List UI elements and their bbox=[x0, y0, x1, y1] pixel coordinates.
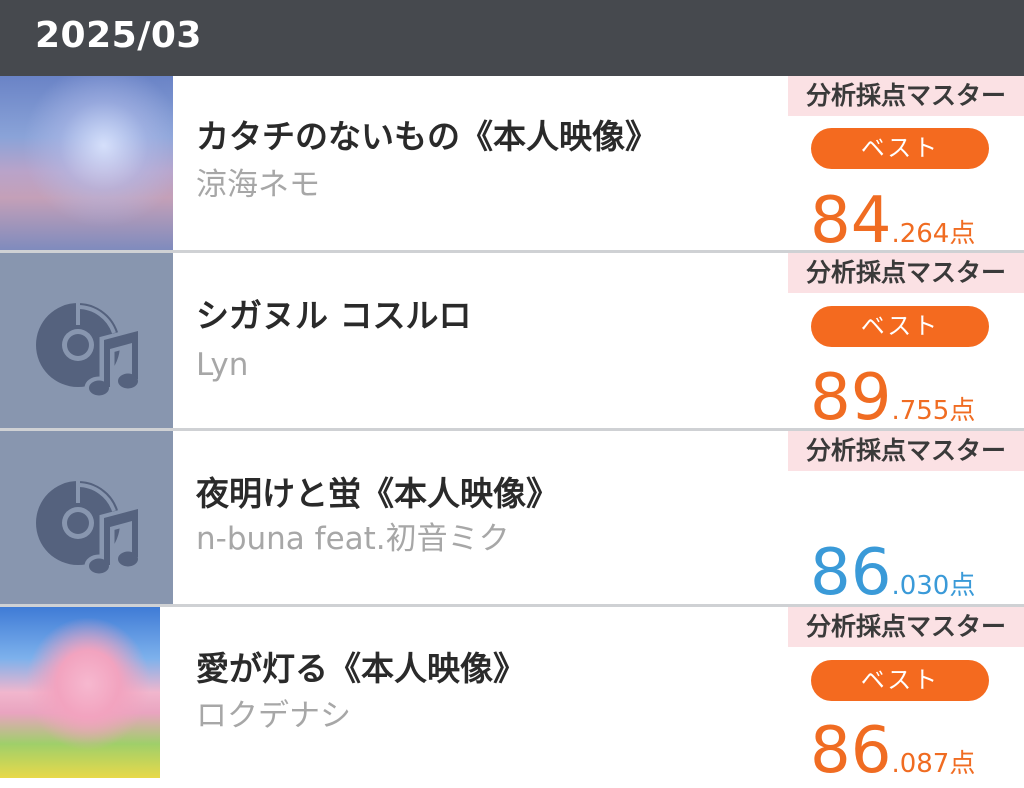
disc-music-icon bbox=[0, 253, 173, 428]
disc-music-icon bbox=[0, 431, 173, 604]
score-entry[interactable]: カタチのないもの《本人映像》 涼海ネモ 分析採点マスター ベスト 84.264点 bbox=[0, 76, 1024, 253]
score: 89.755点 bbox=[810, 366, 975, 430]
scoring-mode-badge: 分析採点マスター bbox=[788, 607, 1024, 647]
score-decimal: .264 bbox=[891, 219, 950, 249]
scoring-mode-badge: 分析採点マスター bbox=[788, 431, 1024, 471]
album-art-image bbox=[0, 607, 160, 778]
score-integer: 89 bbox=[810, 361, 892, 435]
score-unit: 点 bbox=[949, 396, 976, 426]
score-integer: 84 bbox=[810, 184, 892, 258]
score-decimal: .087 bbox=[891, 749, 950, 779]
best-badge: ベスト bbox=[811, 128, 989, 169]
score-entry[interactable]: 愛が灯る《本人映像》 ロクデナシ 分析採点マスター ベスト 86.087点 bbox=[0, 607, 1024, 783]
score-entry[interactable]: シガヌル コスルロ Lyn 分析採点マスター ベスト 89.755点 bbox=[0, 253, 1024, 431]
score-unit: 点 bbox=[949, 749, 976, 779]
artist-name: 涼海ネモ bbox=[196, 167, 320, 203]
album-art-image bbox=[0, 76, 173, 250]
score-entry[interactable]: 夜明けと蛍《本人映像》 n-buna feat.初音ミク 分析採点マスター 86… bbox=[0, 431, 1024, 607]
best-badge: ベスト bbox=[811, 306, 989, 347]
scoring-mode-badge: 分析採点マスター bbox=[788, 253, 1024, 293]
score-integer: 86 bbox=[810, 536, 892, 610]
scoring-mode-badge: 分析採点マスター bbox=[788, 76, 1024, 116]
score-unit: 点 bbox=[949, 571, 976, 601]
artist-name: n-buna feat.初音ミク bbox=[196, 521, 510, 557]
song-title: カタチのないもの《本人映像》 bbox=[196, 117, 658, 156]
score: 86.087点 bbox=[810, 719, 975, 783]
score-integer: 86 bbox=[810, 714, 892, 788]
score-decimal: .030 bbox=[891, 571, 950, 601]
best-badge: ベスト bbox=[811, 660, 989, 701]
score-decimal: .755 bbox=[891, 396, 950, 426]
score: 84.264点 bbox=[810, 189, 975, 253]
artist-name: Lyn bbox=[196, 347, 249, 383]
month-header: 2025/03 bbox=[0, 0, 1024, 76]
score-unit: 点 bbox=[949, 219, 976, 249]
artist-name: ロクデナシ bbox=[196, 698, 351, 734]
song-title: 夜明けと蛍《本人映像》 bbox=[196, 474, 559, 513]
score: 86.030点 bbox=[810, 541, 975, 605]
month-title: 2025/03 bbox=[35, 15, 202, 56]
song-title: シガヌル コスルロ bbox=[196, 296, 472, 335]
song-title: 愛が灯る《本人映像》 bbox=[196, 649, 526, 688]
